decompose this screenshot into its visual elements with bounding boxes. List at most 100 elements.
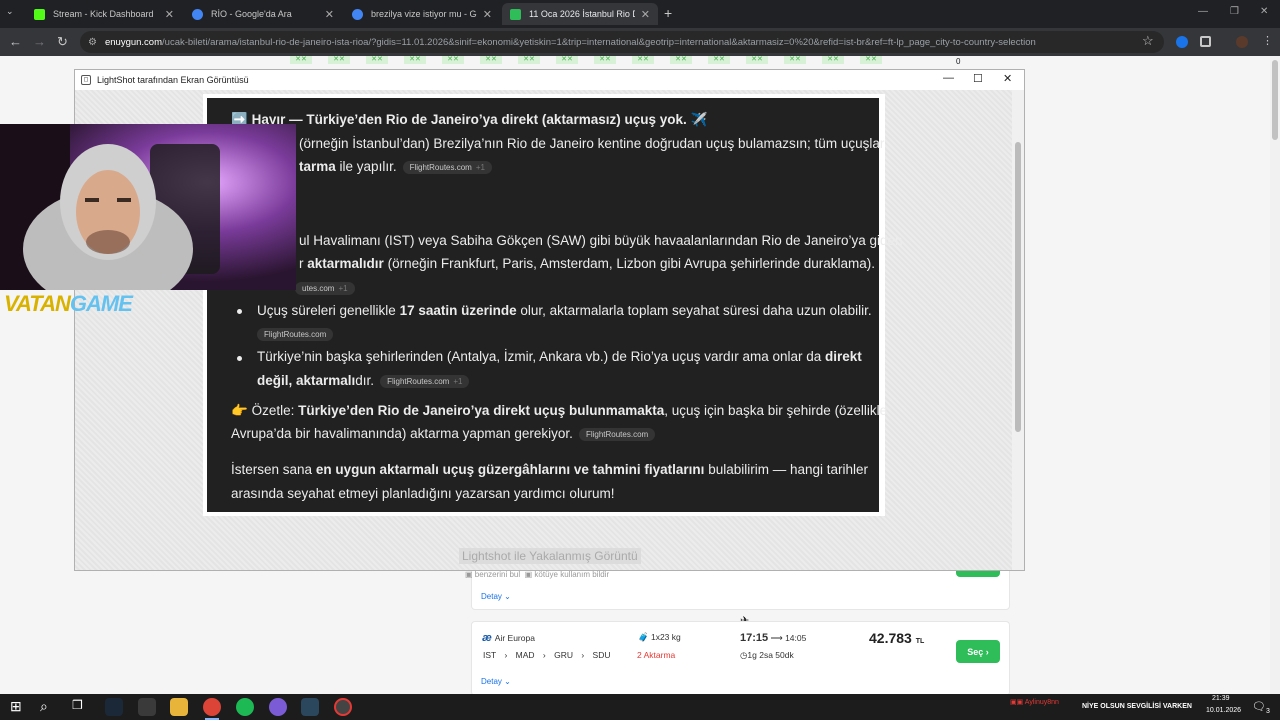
- filter-flag[interactable]: ✕✕: [442, 56, 464, 64]
- obs-icon[interactable]: [334, 698, 352, 716]
- store-icon[interactable]: [138, 698, 156, 716]
- filter-flag[interactable]: ✕✕: [746, 56, 768, 64]
- bold-text: Türkiye’den Rio de Janeiro’ya direkt uçu…: [298, 403, 665, 418]
- forward-icon[interactable]: →: [33, 34, 46, 49]
- filter-flag[interactable]: ✕✕: [556, 56, 578, 64]
- minimize-icon[interactable]: —: [943, 72, 954, 84]
- extensions-puzzle-icon[interactable]: [1200, 36, 1211, 47]
- duration-value: 1g 2sa 50dk: [747, 650, 794, 660]
- tray-ticker-name: ▣▣ Aylinuy8nn: [1010, 699, 1059, 706]
- find-similar-link[interactable]: benzerini bul: [475, 570, 520, 579]
- back-icon[interactable]: ←: [9, 34, 22, 49]
- task-view-icon[interactable]: ❒: [72, 698, 90, 716]
- new-tab-button[interactable]: +: [664, 5, 672, 21]
- pointing-hand-icon: 👉: [231, 403, 248, 418]
- line-text: ile yapılır.: [339, 159, 397, 174]
- address-bar[interactable]: ⚙ enuygun.com /ucak-bileti/arama/istanbu…: [80, 31, 1164, 53]
- tab-search-icon[interactable]: ⌄: [6, 6, 14, 17]
- filter-flag[interactable]: ✕✕: [670, 56, 692, 64]
- filter-flag[interactable]: ✕✕: [518, 56, 540, 64]
- source-chip[interactable]: utes.com +1: [295, 281, 355, 295]
- tab-kick[interactable]: Stream - Kick Dashboard ✕: [26, 3, 182, 25]
- filter-flag[interactable]: ✕✕: [632, 56, 654, 64]
- steam-icon[interactable]: [301, 698, 319, 716]
- clock-date: 10.01.2026: [1206, 707, 1242, 714]
- detay-link[interactable]: Detay ⌄: [481, 592, 511, 601]
- airport-code: GRU: [554, 650, 573, 660]
- filter-flag[interactable]: ✕✕: [822, 56, 844, 64]
- tab-google-rio[interactable]: RİO - Google'da Ara ✕: [184, 3, 342, 25]
- close-tab-icon[interactable]: ✕: [483, 8, 492, 21]
- filter-flag[interactable]: ✕✕: [708, 56, 730, 64]
- airline: æ Air Europa: [482, 632, 535, 644]
- answer-line-6: Uçuş süreleri genellikle 17 saatin üzeri…: [257, 303, 872, 318]
- close-icon[interactable]: ✕: [1003, 72, 1012, 85]
- brand-text: GAME: [69, 291, 133, 316]
- reload-icon[interactable]: ↻: [57, 34, 68, 50]
- filter-flag[interactable]: ✕✕: [594, 56, 616, 64]
- minimize-icon[interactable]: —: [1198, 6, 1208, 17]
- extension-icon[interactable]: [1176, 36, 1188, 48]
- filter-flag[interactable]: ✕✕: [480, 56, 502, 64]
- detay-link[interactable]: Detay ⌄: [481, 677, 511, 686]
- tab-title: RİO - Google'da Ara: [211, 9, 292, 19]
- maximize-icon[interactable]: ❐: [1230, 6, 1239, 17]
- menu-dots-icon[interactable]: ⋮: [1262, 34, 1273, 47]
- report-abuse-link[interactable]: kötüye kullanım bildir: [534, 570, 609, 579]
- filter-flag[interactable]: ✕✕: [366, 56, 388, 64]
- bullet-icon: [237, 309, 242, 314]
- tab-title: brezilya vize istiyor mu - Google: [371, 9, 477, 19]
- bold-text: değil, aktarmalı: [257, 373, 356, 388]
- source-chip[interactable]: FlightRoutes.com: [257, 327, 334, 341]
- scrollbar-thumb[interactable]: [1015, 142, 1021, 432]
- filter-flag[interactable]: ✕✕: [860, 56, 882, 64]
- webcam-overlay: [0, 124, 296, 290]
- answer-line-8: değil, aktarmalıdır. FlightRoutes.com +1: [257, 373, 470, 388]
- chrome-icon[interactable]: [203, 698, 221, 716]
- tab-enuygun[interactable]: 11 Oca 2026 İstanbul Rio De Janeiro ✕: [502, 3, 658, 25]
- maximize-icon[interactable]: ☐: [973, 72, 983, 85]
- file-explorer-icon[interactable]: [170, 698, 188, 716]
- bold-text: direkt: [825, 349, 862, 364]
- browser-toolbar: ← → ↻ ⚙ enuygun.com /ucak-bileti/arama/i…: [0, 28, 1280, 56]
- close-tab-icon[interactable]: ✕: [165, 8, 174, 21]
- site-info-icon[interactable]: ⚙: [88, 37, 97, 48]
- page-scrollbar[interactable]: [1270, 56, 1280, 694]
- search-icon[interactable]: ⌕: [40, 698, 58, 716]
- lightshot-caption: Lightshot ile Yakalanmış Görüntü: [459, 548, 641, 564]
- profile-avatar[interactable]: [1236, 36, 1248, 48]
- discord-icon[interactable]: [269, 698, 287, 716]
- filter-flag[interactable]: ✕✕: [290, 56, 312, 64]
- answer-line-5: r aktarmalıdır (örneğin Frankfurt, Paris…: [299, 256, 875, 271]
- answer-line-2: (örneğin İstanbul’dan) Brezilya’nın Rio …: [299, 136, 885, 151]
- report-icon: ▣: [524, 570, 533, 579]
- close-tab-icon[interactable]: ✕: [325, 8, 334, 21]
- line-text: Uçuş süreleri genellikle: [257, 303, 396, 318]
- google-icon: [352, 8, 363, 20]
- filter-flag[interactable]: ✕✕: [784, 56, 806, 64]
- select-button[interactable]: Seç ›: [956, 640, 1000, 663]
- lightshot-scrollbar[interactable]: [1012, 90, 1024, 570]
- windows-start-icon[interactable]: ⊞: [10, 698, 28, 716]
- source-chip[interactable]: FlightRoutes.com: [578, 427, 656, 441]
- source-chip[interactable]: FlightRoutes.com +1: [402, 160, 492, 174]
- scrollbar-thumb[interactable]: [1272, 60, 1278, 140]
- close-tab-icon[interactable]: ✕: [641, 8, 650, 21]
- close-window-icon[interactable]: ✕: [1260, 6, 1268, 17]
- bold-text: aktarmalıdır: [307, 256, 384, 271]
- source-chip[interactable]: FlightRoutes.com +1: [380, 374, 470, 388]
- steam-icon[interactable]: [105, 698, 123, 716]
- filter-flag[interactable]: ✕✕: [404, 56, 426, 64]
- tray-ticker: NİYE OLSUN SEVGİLİSİ VARKEN: [1082, 703, 1192, 710]
- bookmark-star-icon[interactable]: ☆: [1142, 33, 1154, 49]
- notification-icon[interactable]: 🗨: [1252, 700, 1266, 713]
- filter-flag[interactable]: ✕✕: [328, 56, 350, 64]
- source-plus: +1: [475, 162, 485, 172]
- line-text: İstersen sana: [231, 462, 313, 477]
- vatangame-logo: VATANGAME: [4, 291, 133, 317]
- spotify-icon[interactable]: [236, 698, 254, 716]
- enuygun-icon: [510, 8, 521, 20]
- similar-icon: ▣: [465, 570, 473, 579]
- tab-google-vize[interactable]: brezilya vize istiyor mu - Google ✕: [344, 3, 500, 25]
- luggage-icon: 🧳: [638, 632, 649, 642]
